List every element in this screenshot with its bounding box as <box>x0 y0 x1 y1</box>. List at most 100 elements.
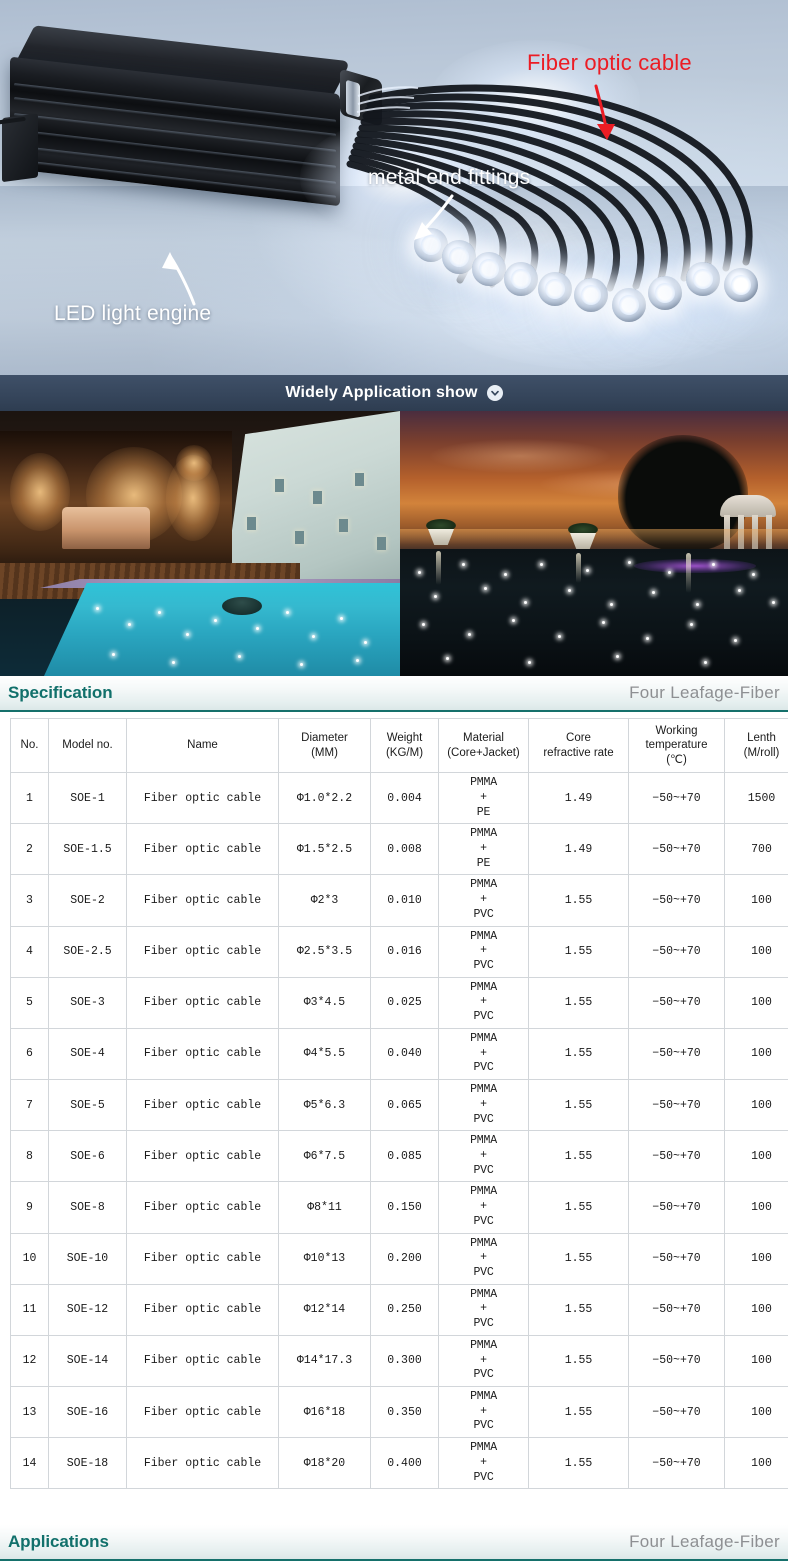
hero-label-led-engine: LED light engine <box>54 302 211 326</box>
cell-weight: 0.008 <box>371 824 439 875</box>
cell-no: 13 <box>11 1387 49 1438</box>
villa-pool-bowl <box>222 597 262 615</box>
end-fittings-callout-arrow <box>404 190 460 244</box>
col-header-refractive-rate: Core refractive rate <box>529 719 629 773</box>
cell-material-core: PMMA <box>441 1134 526 1149</box>
cell-no: 10 <box>11 1233 49 1284</box>
cell-material-core: PMMA <box>441 1441 526 1456</box>
table-header-row: No. Model no. Name Diameter (MM) Weight <box>11 719 788 773</box>
specification-brand: Four Leafage-Fiber <box>629 683 780 703</box>
cell-name: Fiber optic cable <box>127 1438 279 1489</box>
cell-length: 100 <box>725 1182 788 1233</box>
cell-material: PMMA+PVC <box>439 1182 529 1233</box>
cell-no: 9 <box>11 1182 49 1233</box>
table-row: 9SOE-8Fiber optic cableΦ8*110.150PMMA+PV… <box>11 1182 788 1233</box>
cell-material-plus: + <box>441 944 526 959</box>
cell-weight: 0.065 <box>371 1080 439 1131</box>
cell-material: PMMA+PVC <box>439 1335 529 1386</box>
metal-end-fitting <box>648 276 682 310</box>
cell-material-plus: + <box>441 1200 526 1215</box>
cell-name: Fiber optic cable <box>127 1131 279 1182</box>
cell-refractive-rate: 1.55 <box>529 1182 629 1233</box>
cell-working-temperature: −50~+70 <box>629 1028 725 1079</box>
cell-name: Fiber optic cable <box>127 1335 279 1386</box>
cell-diameter: Φ4*5.5 <box>279 1028 371 1079</box>
cell-material-jacket: PVC <box>441 1317 526 1332</box>
col-header-material: Material (Core+Jacket) <box>439 719 529 773</box>
cell-refractive-rate: 1.55 <box>529 1438 629 1489</box>
cell-material: PMMA+PVC <box>439 1131 529 1182</box>
cell-no: 2 <box>11 824 49 875</box>
cell-material-jacket: PVC <box>441 959 526 974</box>
table-row: 8SOE-6Fiber optic cableΦ6*7.50.085PMMA+P… <box>11 1131 788 1182</box>
cell-length: 100 <box>725 1438 788 1489</box>
metal-end-fitting <box>504 262 538 296</box>
cell-diameter: Φ12*14 <box>279 1284 371 1335</box>
villa-swimming-pool <box>44 583 400 676</box>
cell-material-core: PMMA <box>441 1083 526 1098</box>
cell-material-core: PMMA <box>441 930 526 945</box>
cell-material-jacket: PVC <box>441 1368 526 1383</box>
cell-material: PMMA+PVC <box>439 1438 529 1489</box>
cell-name: Fiber optic cable <box>127 926 279 977</box>
cell-material-jacket: PVC <box>441 1215 526 1230</box>
cell-weight: 0.040 <box>371 1028 439 1079</box>
cell-diameter: Φ1.0*2.2 <box>279 773 371 824</box>
application-photo-starry-pool <box>400 411 788 676</box>
cell-material-plus: + <box>441 1405 526 1420</box>
cell-refractive-rate: 1.49 <box>529 824 629 875</box>
cell-material-jacket: PVC <box>441 908 526 923</box>
applications-section-header: Applications Four Leafage-Fiber <box>0 1525 788 1561</box>
cell-weight: 0.016 <box>371 926 439 977</box>
cell-working-temperature: −50~+70 <box>629 1233 725 1284</box>
cell-no: 5 <box>11 977 49 1028</box>
cell-material-jacket: PVC <box>441 1113 526 1128</box>
cell-length: 100 <box>725 926 788 977</box>
cell-length: 100 <box>725 1284 788 1335</box>
cell-material-plus: + <box>441 1047 526 1062</box>
hero-label-fiber-optic-cable: Fiber optic cable <box>527 50 692 76</box>
cell-name: Fiber optic cable <box>127 875 279 926</box>
cell-name: Fiber optic cable <box>127 1284 279 1335</box>
table-row: 13SOE-16Fiber optic cableΦ16*180.350PMMA… <box>11 1387 788 1438</box>
cell-model: SOE-2.5 <box>49 926 127 977</box>
cell-material-jacket: PVC <box>441 1266 526 1281</box>
cell-weight: 0.200 <box>371 1233 439 1284</box>
table-row: 3SOE-2Fiber optic cableΦ2*30.010PMMA+PVC… <box>11 875 788 926</box>
cell-model: SOE-14 <box>49 1335 127 1386</box>
cell-name: Fiber optic cable <box>127 1028 279 1079</box>
col-header-length: Lenth (M/roll) <box>725 719 788 773</box>
cell-working-temperature: −50~+70 <box>629 1335 725 1386</box>
cell-diameter: Φ2.5*3.5 <box>279 926 371 977</box>
cell-material: PMMA+PVC <box>439 1028 529 1079</box>
specification-section-header: Specification Four Leafage-Fiber <box>0 676 788 712</box>
metal-end-fitting <box>538 272 572 306</box>
col-header-no: No. <box>11 719 49 773</box>
cell-name: Fiber optic cable <box>127 1080 279 1131</box>
lit-planter <box>566 523 600 549</box>
col-header-working-temperature: Working temperature (℃) <box>629 719 725 773</box>
cell-material-plus: + <box>441 1149 526 1164</box>
purple-pool-light <box>634 559 756 573</box>
cell-working-temperature: −50~+70 <box>629 1131 725 1182</box>
cell-refractive-rate: 1.55 <box>529 1080 629 1131</box>
cell-weight: 0.025 <box>371 977 439 1028</box>
cell-model: SOE-16 <box>49 1387 127 1438</box>
cell-weight: 0.400 <box>371 1438 439 1489</box>
cell-weight: 0.300 <box>371 1335 439 1386</box>
cell-length: 100 <box>725 1080 788 1131</box>
cell-length: 100 <box>725 1131 788 1182</box>
cell-working-temperature: −50~+70 <box>629 824 725 875</box>
cell-name: Fiber optic cable <box>127 1182 279 1233</box>
cell-model: SOE-1 <box>49 773 127 824</box>
cell-material: PMMA+PVC <box>439 1080 529 1131</box>
cell-diameter: Φ5*6.3 <box>279 1080 371 1131</box>
cell-weight: 0.004 <box>371 773 439 824</box>
cell-material-jacket: PVC <box>441 1471 526 1486</box>
chevron-down-circle-icon[interactable] <box>487 385 503 401</box>
col-header-name: Name <box>127 719 279 773</box>
metal-end-fitting <box>442 240 476 274</box>
table-row: 5SOE-3Fiber optic cableΦ3*4.50.025PMMA+P… <box>11 977 788 1028</box>
cell-working-temperature: −50~+70 <box>629 875 725 926</box>
cell-length: 700 <box>725 824 788 875</box>
